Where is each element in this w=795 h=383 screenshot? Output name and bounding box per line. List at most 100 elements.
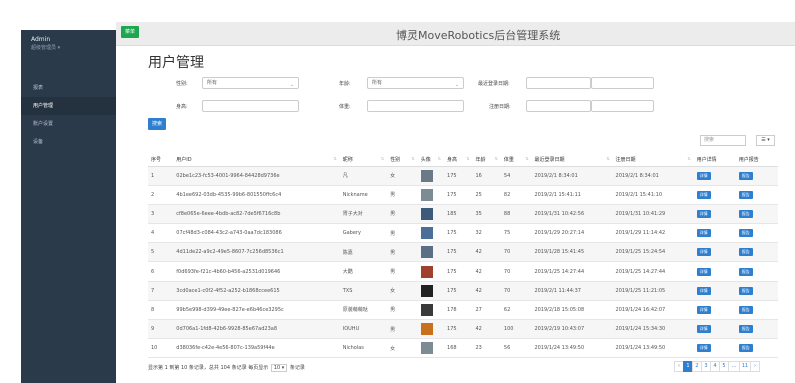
- column-header[interactable]: 头像 ⇅: [417, 153, 445, 167]
- table-row[interactable]: 8 99b5e998-d399-49ee-827e-e6b46ce3295c 原装萌…: [148, 300, 778, 321]
- sidebar-user-block[interactable]: Admin 超级管理员 ▾: [21, 30, 116, 57]
- cell-idx: 9: [148, 319, 174, 340]
- report-button[interactable]: 报告: [738, 305, 753, 314]
- sort-icon[interactable]: ⇅: [333, 156, 336, 161]
- column-header[interactable]: 昵称 ⇅: [339, 153, 388, 167]
- cell-reg: 2019/1/31 10:41:29: [612, 204, 694, 225]
- cell-height: 178: [444, 300, 473, 321]
- last-login-start-input[interactable]: [526, 77, 591, 89]
- report-button[interactable]: 报告: [738, 190, 753, 199]
- register-date-start-input[interactable]: [526, 100, 591, 112]
- detail-button[interactable]: 详情: [696, 190, 711, 199]
- sort-icon[interactable]: ⇅: [466, 156, 469, 161]
- report-button[interactable]: 报告: [738, 229, 753, 238]
- column-header[interactable]: 用户详情: [693, 153, 736, 167]
- detail-button[interactable]: 详情: [696, 171, 711, 180]
- column-header[interactable]: 用户报告: [735, 153, 778, 167]
- last-login-label: 最近登录日期:: [478, 81, 510, 87]
- table-search-input[interactable]: 搜索: [700, 135, 746, 146]
- sort-icon[interactable]: ⇅: [606, 156, 609, 161]
- detail-button[interactable]: 详情: [696, 325, 711, 334]
- column-header[interactable]: 体重 ⇅: [500, 153, 532, 167]
- column-header[interactable]: 最近登录日期 ⇅: [531, 153, 613, 167]
- table-row[interactable]: 1 02be1c23-fc53-4001-9964-84428d9736e 凡女 17…: [148, 166, 778, 186]
- column-header[interactable]: 用户ID ⇅: [173, 153, 340, 167]
- detail-button[interactable]: 详情: [696, 209, 711, 218]
- sort-icon[interactable]: ⇅: [438, 156, 441, 161]
- cell-id: 02be1c23-fc53-4001-9964-84428d9736e: [173, 166, 340, 186]
- report-button[interactable]: 报告: [738, 209, 753, 218]
- cell-report-button: 报告: [735, 338, 778, 359]
- weight-input[interactable]: [367, 100, 464, 112]
- sidebar-item-reports[interactable]: 报表: [21, 79, 116, 97]
- cell-id: 4d11de22-a9c2-49e5-8607-7c256d8536c1: [173, 242, 340, 263]
- detail-button[interactable]: 详情: [696, 344, 711, 353]
- gender-select[interactable]: 所有 ⌄: [202, 77, 299, 89]
- cell-detail-button: 详情: [693, 166, 736, 186]
- cell-age: 35: [472, 204, 501, 225]
- cell-report-button: 报告: [735, 223, 778, 244]
- column-header[interactable]: 序号: [148, 153, 174, 167]
- search-button[interactable]: 搜索: [148, 118, 166, 130]
- table-body: 1 02be1c23-fc53-4001-9964-84428d9736e 凡女 17…: [148, 166, 778, 359]
- detail-button[interactable]: 详情: [696, 248, 711, 257]
- table-header-row: 序号 用户ID ⇅ 昵称 ⇅ 性别 ⇅ 头像 ⇅ 身高 ⇅ 年龄 ⇅ 体重 ⇅ 最近登录日期 ⇅ 注册日期 ⇅ 用户详…: [148, 153, 778, 167]
- table-row[interactable]: 10 d38036fe-c42e-4e56-807c-139a59f44e Nich…: [148, 338, 778, 359]
- avatar: [420, 169, 433, 182]
- age-select[interactable]: 所有 ⌄: [367, 77, 464, 89]
- table-row[interactable]: 3 cf8e065e-6eee-4bdb-ac82-7de5f6716c8b 胃子大…: [148, 204, 778, 225]
- cell-nick: 大酷: [339, 261, 388, 282]
- next-page-button[interactable]: ›: [750, 361, 760, 372]
- column-header[interactable]: 性别 ⇅: [387, 153, 418, 167]
- cell-id: 07cf48d3-c084-43c2-a743-0aa7dc183086: [173, 223, 340, 244]
- report-button[interactable]: 报告: [738, 325, 753, 334]
- register-date-end-input[interactable]: [591, 100, 654, 112]
- table-row[interactable]: 6 f0d693fe-f21c-4b60-b456-a2531d019646 大酷男…: [148, 261, 778, 282]
- detail-button[interactable]: 详情: [696, 229, 711, 238]
- avatar-cell: [417, 204, 445, 225]
- menu-toggle-button[interactable]: 菜单: [121, 26, 139, 38]
- column-header[interactable]: 注册日期 ⇅: [612, 153, 694, 167]
- table-row[interactable]: 7 3cd0ace1-c0f2-4f52-a252-b1868ccee615 TXS…: [148, 281, 778, 301]
- last-login-end-input[interactable]: [591, 77, 654, 89]
- column-header-label: 昵称 ⇅: [342, 155, 385, 163]
- avatar-cell: [417, 300, 445, 321]
- cell-gender: 男: [387, 242, 418, 263]
- sort-icon[interactable]: ⇅: [687, 156, 690, 161]
- sidebar-item-user-management[interactable]: 用户管理: [21, 97, 116, 115]
- avatar: [420, 207, 433, 220]
- cell-age: 42: [472, 242, 501, 263]
- table-row[interactable]: 4 07cf48d3-c084-43c2-a743-0aa7dc183086 Gab…: [148, 223, 778, 244]
- detail-button[interactable]: 详情: [696, 286, 711, 295]
- detail-button[interactable]: 详情: [696, 305, 711, 314]
- page-size-select[interactable]: 10 ▾: [270, 364, 288, 372]
- cell-idx: 4: [148, 223, 174, 244]
- cell-height: 175: [444, 281, 473, 301]
- table-row[interactable]: 5 4d11de22-a9c2-49e5-8607-7c256d8536c1 陈嘉男…: [148, 242, 778, 263]
- report-button[interactable]: 报告: [738, 286, 753, 295]
- sort-icon[interactable]: ⇅: [525, 156, 528, 161]
- columns-toggle-button[interactable]: ☰ ▾: [756, 135, 775, 146]
- cell-detail-button: 详情: [693, 223, 736, 244]
- table-row[interactable]: 2 4b1ee692-03db-4535-99b6-801550ffc6c4 Nic…: [148, 185, 778, 205]
- sidebar-item-account-settings[interactable]: 账户设置: [21, 115, 116, 133]
- report-button[interactable]: 报告: [738, 267, 753, 276]
- report-button[interactable]: 报告: [738, 248, 753, 257]
- column-header[interactable]: 身高 ⇅: [444, 153, 473, 167]
- sidebar-item-devices[interactable]: 设备: [21, 133, 116, 151]
- cell-nick: 凡: [339, 166, 388, 186]
- sort-icon[interactable]: ⇅: [411, 156, 414, 161]
- cell-gender: 女: [387, 281, 418, 301]
- user-role-dropdown[interactable]: 超级管理员 ▾: [31, 44, 106, 51]
- gender-select-value: 所有: [207, 80, 218, 86]
- column-header[interactable]: 年龄 ⇅: [472, 153, 501, 167]
- report-button[interactable]: 报告: [738, 171, 753, 180]
- height-input[interactable]: [202, 100, 299, 112]
- detail-button[interactable]: 详情: [696, 267, 711, 276]
- report-button[interactable]: 报告: [738, 344, 753, 353]
- sort-icon[interactable]: ⇅: [495, 156, 498, 161]
- cell-nick: Nickname: [339, 185, 388, 205]
- sort-icon[interactable]: ⇅: [381, 156, 384, 161]
- table-row[interactable]: 9 0d706a1-1fd8-42b6-9928-85e67ad23a8 IOUHU…: [148, 319, 778, 340]
